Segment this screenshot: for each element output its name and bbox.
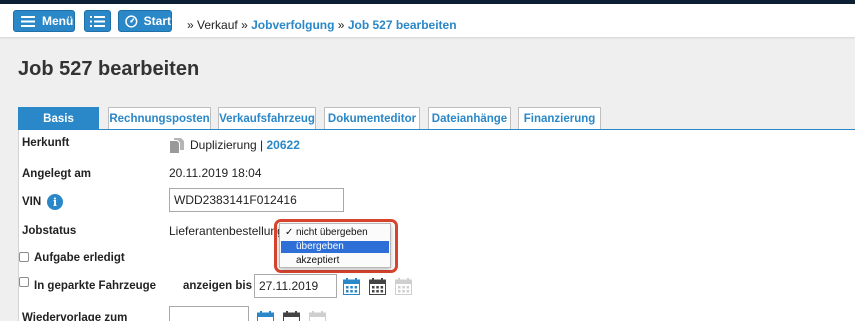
jobstatus-label: Jobstatus: [22, 225, 77, 237]
geparkte-fahrzeuge-checkbox[interactable]: [19, 277, 29, 287]
anzeigen-bis-date-input[interactable]: [254, 274, 337, 298]
option-label: nicht übergeben: [296, 227, 368, 238]
breadcrumb-item-verkauf: Verkauf: [197, 18, 238, 32]
page-title: Job 527 bearbeiten: [18, 58, 200, 80]
list-button[interactable]: [84, 10, 111, 32]
tab-finanzierung[interactable]: Finanzierung: [518, 107, 601, 129]
angelegt-value: 20.11.2019 18:04: [169, 166, 262, 180]
tab-basis[interactable]: Basis: [18, 107, 99, 129]
hamburger-icon: [21, 15, 35, 27]
calendar-disabled-icon: [309, 311, 326, 321]
checkmark-icon: ✓: [285, 227, 294, 238]
calendar-dark-icon[interactable]: [283, 311, 300, 321]
tab-dokumenteditor[interactable]: Dokumenteditor: [324, 107, 420, 129]
top-toolbar: Menü Start » Verkauf » Jobverfolgung » J…: [0, 4, 855, 37]
wiedervorlage-date-input[interactable]: [169, 306, 249, 321]
list-icon: [90, 15, 105, 27]
breadcrumb-link-jobverfolgung[interactable]: Jobverfolgung: [251, 18, 334, 32]
herkunft-text: Duplizierung |: [190, 138, 264, 152]
jobstatus-option-uebergeben[interactable]: übergeben: [281, 241, 389, 253]
calendar-disabled-icon: [395, 278, 412, 295]
copy-document-icon: [170, 138, 184, 153]
breadcrumb-link-current-job[interactable]: Job 527 bearbeiten: [348, 18, 457, 32]
tab-dateianhaenge[interactable]: Dateianhänge: [428, 107, 511, 129]
breadcrumb-separator: »: [241, 18, 248, 32]
herkunft-value: Duplizierung | 20622: [190, 138, 300, 152]
calendar-icon[interactable]: [343, 278, 360, 295]
breadcrumb-separator: »: [337, 18, 345, 32]
geparkte-fahrzeuge-label: In geparkte Fahrzeuge: [34, 280, 157, 292]
herkunft-link[interactable]: 20622: [267, 138, 300, 152]
tab-rechnungsposten[interactable]: Rechnungsposten: [108, 107, 211, 129]
start-button-label: Start: [143, 14, 171, 28]
jobstatus-option-nicht-uebergeben[interactable]: ✓ nicht übergeben: [281, 227, 389, 239]
vin-input[interactable]: [169, 188, 344, 212]
angelegt-label: Angelegt am: [22, 168, 92, 180]
vin-label: VIN: [22, 196, 42, 208]
info-icon[interactable]: i: [47, 194, 63, 210]
anzeigen-bis-label: anzeigen bis: [183, 280, 253, 292]
tab-verkaufsfahrzeug[interactable]: Verkaufsfahrzeug: [218, 107, 316, 129]
jobstatus-dropdown-menu: ✓ nicht übergeben übergeben akzeptiert: [279, 223, 391, 268]
calendar-dark-icon[interactable]: [369, 278, 386, 295]
herkunft-label: Herkunft: [22, 137, 70, 149]
wiedervorlage-label: Wiedervorlage zum: [22, 312, 128, 321]
jobstatus-select[interactable]: Lieferantenbestellung: [169, 224, 284, 238]
aufgabe-erledigt-checkbox[interactable]: [19, 252, 29, 262]
menu-button[interactable]: Menü: [13, 10, 75, 32]
form-panel: [18, 130, 855, 321]
breadcrumb-separator: »: [187, 18, 194, 32]
start-button[interactable]: Start: [118, 10, 172, 32]
dashboard-icon: [125, 14, 138, 28]
aufgabe-erledigt-label: Aufgabe erledigt: [34, 252, 125, 264]
option-label: übergeben: [296, 241, 344, 252]
tab-bar: Basis Rechnungsposten Verkaufsfahrzeug D…: [18, 107, 855, 129]
breadcrumb: » Verkauf » Jobverfolgung » Job 527 bear…: [187, 18, 457, 33]
calendar-icon[interactable]: [257, 311, 274, 321]
jobstatus-option-akzeptiert[interactable]: akzeptiert: [281, 255, 389, 267]
option-label: akzeptiert: [296, 255, 340, 266]
menu-button-label: Menü: [42, 14, 74, 28]
